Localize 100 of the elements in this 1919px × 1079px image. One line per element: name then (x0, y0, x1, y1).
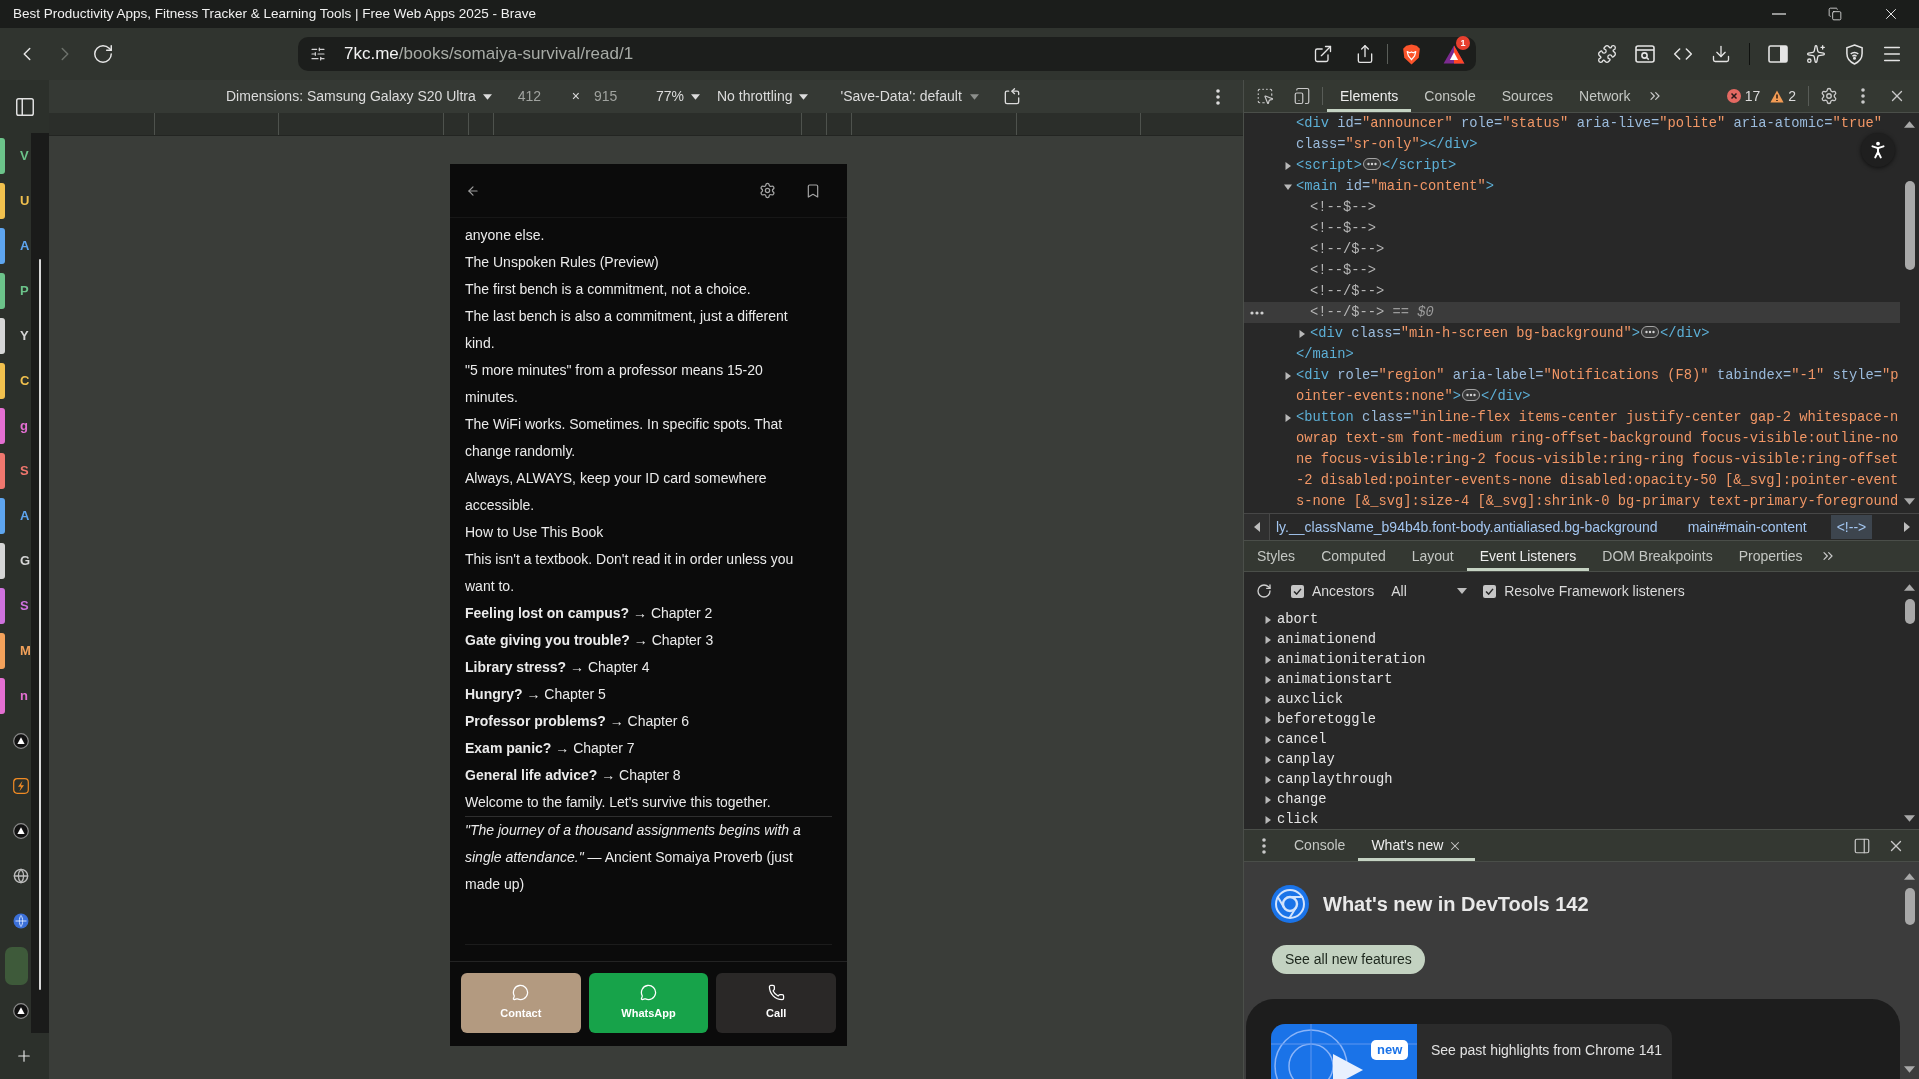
devtools-tab[interactable]: Elements (1327, 80, 1412, 112)
dom-node[interactable]: <!--$--> (1298, 218, 1376, 239)
sidebar-tab[interactable]: Event Listeners (1466, 541, 1590, 571)
refresh-button[interactable] (1255, 582, 1273, 600)
event-listener-item[interactable]: auxclick (1264, 690, 1343, 710)
vertical-tab[interactable]: V (0, 133, 31, 178)
scroll-thumb[interactable] (1904, 599, 1915, 624)
favicon-tab[interactable] (13, 1002, 29, 1019)
lion-shield-icon (1401, 43, 1421, 65)
sidebar-tab[interactable]: Layout (1398, 541, 1467, 571)
breadcrumb[interactable]: ly.__className_b94b4b.font-body.antialiased.bg-background (1270, 515, 1664, 539)
devtools-tab[interactable]: Sources (1488, 80, 1567, 112)
vertical-tab[interactable]: A (0, 493, 31, 538)
dom-node[interactable]: <script> </script> (1284, 155, 1457, 176)
event-listener-item[interactable]: abort (1264, 610, 1319, 630)
left-triangle-icon (1253, 522, 1260, 532)
dom-node[interactable]: <!--$--> (1298, 197, 1376, 218)
site-settings-button[interactable] (308, 44, 328, 64)
vertical-tab[interactable]: n (0, 673, 31, 718)
rewards-button[interactable]: 1 (1438, 39, 1470, 69)
url-field[interactable]: 7kc.me/books/somaiya-survival/read/1 (344, 41, 634, 67)
up-triangle-icon[interactable] (1904, 584, 1915, 591)
save-data-dropdown[interactable]: 'Save-Data': default (840, 86, 979, 107)
globe-icon (13, 912, 29, 929)
paragraph: "5 more minutes" from a professor means 15-20 minutes. (465, 361, 764, 407)
devtools-tab[interactable]: Network (1566, 80, 1644, 112)
scroll-thumb[interactable] (1904, 888, 1915, 925)
event-listener-item[interactable]: canplay (1264, 750, 1335, 770)
settings-icon (758, 182, 776, 199)
sidebar-tab[interactable]: DOM Breakpoints (1589, 541, 1726, 571)
ancestors-checkbox[interactable] (1291, 584, 1304, 598)
dom-node[interactable]: <div id="announcer" role="status" aria-live="polite" aria-atomic="true" class="sr-only"></div> (1284, 113, 1900, 155)
vertical-tab[interactable]: U (0, 178, 31, 223)
throttling-dropdown[interactable]: No throttling (717, 86, 809, 107)
filter-dropdown[interactable]: All (1391, 580, 1468, 602)
zoom-dropdown[interactable]: 77% (655, 86, 700, 107)
breadcrumb[interactable]: main#main-content (1681, 515, 1813, 539)
up-triangle-icon[interactable] (1904, 873, 1915, 880)
warning-count-button[interactable]: 2 (1770, 85, 1796, 107)
devtools-tab[interactable]: Console (1411, 80, 1489, 112)
panel-right-icon (1853, 836, 1871, 855)
down-triangle-icon[interactable] (1904, 815, 1915, 822)
device-dropdown[interactable]: Dimensions: Samsung Galaxy S20 Ultra (226, 86, 492, 107)
event-listener-item[interactable]: change (1264, 790, 1327, 810)
up-triangle-icon[interactable] (1904, 121, 1915, 128)
event-listener-item[interactable]: canplaythrough (1264, 770, 1393, 790)
dom-node[interactable]: <div class="min-h-screen bg-background"> </div> (1298, 323, 1710, 344)
vertical-tab[interactable]: S (0, 583, 31, 628)
highlight-item[interactable]: new See past highlights from Chrome 141 (1271, 1024, 1672, 1079)
dom-node[interactable]: <!--/$--> (1298, 281, 1385, 302)
drawer-tab[interactable]: What's new (1358, 830, 1476, 861)
scrollbar[interactable] (31, 133, 49, 1033)
globe-icon (13, 867, 29, 884)
vertical-tab[interactable]: S (0, 448, 31, 493)
breadcrumb[interactable]: <!--> (1830, 515, 1873, 539)
dom-node[interactable]: <!--/$--> == $0 (1244, 302, 1900, 323)
down-triangle-icon[interactable] (1904, 498, 1915, 505)
favicon-tab[interactable] (13, 822, 29, 839)
dom-node[interactable]: <main id="main-content"> (1284, 176, 1495, 197)
favicon-tab[interactable] (13, 867, 29, 884)
event-listener-item[interactable]: animationstart (1264, 670, 1393, 690)
vertical-tab[interactable]: P (0, 268, 31, 313)
event-listener-item[interactable]: animationiteration (1264, 650, 1426, 670)
dom-node[interactable]: <div role="region" aria-label="Notifications (F8)" tabindex="-1" style="pointer-events:none"> </div> (1284, 365, 1900, 407)
see-all-features-button[interactable]: See all new features (1272, 945, 1425, 974)
event-listener-item[interactable]: beforetoggle (1264, 710, 1377, 730)
vertical-tab[interactable]: G (0, 538, 31, 583)
favicon-tab[interactable] (13, 912, 29, 929)
paragraph: This isn't a textbook. Don't read it in order unless you want to. (465, 550, 795, 596)
vertical-tab[interactable]: g (0, 403, 31, 448)
dom-node[interactable]: <!--/$--> (1298, 239, 1385, 260)
scroll-left-button[interactable] (1244, 514, 1270, 540)
framework-checkbox[interactable] (1483, 584, 1497, 598)
down-triangle-icon[interactable] (1904, 1066, 1915, 1073)
sidebar-tab[interactable]: Computed (1308, 541, 1399, 571)
restore-icon (1828, 7, 1842, 21)
settings-button[interactable] (758, 181, 776, 200)
error-count-button[interactable]: 17 (1726, 85, 1761, 107)
sidebar-tab[interactable]: Styles (1244, 541, 1309, 571)
scroll-thumb[interactable] (1904, 181, 1915, 270)
vertical-tab[interactable]: Y (0, 313, 31, 358)
dom-node[interactable]: <!--$--> (1298, 260, 1376, 281)
event-listener-item[interactable]: animationend (1264, 630, 1377, 650)
height-field[interactable]: 915 (587, 84, 636, 109)
window-title: Best Productivity Apps, Fitness Tracker & Learning Tools | Free Web Apps 2025 - Brave (13, 4, 536, 23)
call-button[interactable]: Call (716, 973, 836, 1033)
drawer-tab[interactable]: Console (1281, 830, 1359, 861)
favicon-tab[interactable] (13, 732, 29, 749)
dom-node[interactable]: <button class="inline-flex items-center justify-center gap-2 whitespace-nowrap text-sm font-medium ring-offset-background focus-visible:outline-none focus-visible:ring-2 focus-visible:ring-ring focus-visible:ring-offset-2 disabled:pointer-events-none disabled:opacity-50 [&_svg]:pointer-events-none [&_svg]:size-4 [&_svg]:shrink-0 bg-primary text-primary-foreground (1284, 407, 1900, 512)
sidebar-tab[interactable]: Properties (1725, 541, 1816, 571)
vertical-tab[interactable]: C (0, 358, 31, 403)
vertical-tab[interactable]: M (0, 628, 31, 673)
event-listener-item[interactable]: click (1264, 810, 1319, 830)
width-field[interactable]: 412 (511, 84, 560, 109)
vertical-tab[interactable]: A (0, 223, 31, 268)
event-listener-item[interactable]: cancel (1264, 730, 1327, 750)
scroll-thumb[interactable] (39, 259, 41, 990)
ellipsis-icon (1462, 389, 1481, 401)
paragraph: Welcome to the family. Let's survive this together. (465, 793, 772, 812)
accessibility-button[interactable] (1861, 133, 1895, 167)
